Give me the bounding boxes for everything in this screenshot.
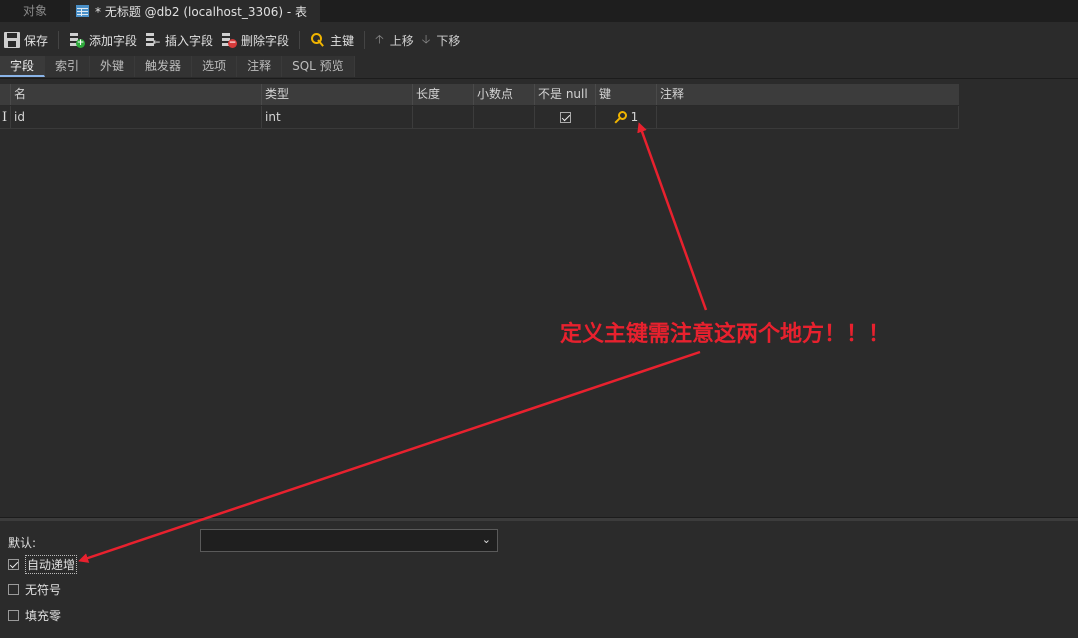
default-label: 默认: <box>8 536 37 550</box>
row-edit-indicator: I <box>0 106 11 128</box>
save-icon <box>4 32 20 48</box>
tab-triggers[interactable]: 触发器 <box>135 56 193 77</box>
zerofill-label: 填充零 <box>25 609 62 623</box>
add-field-label: 添加字段 <box>89 33 138 48</box>
key-order: 1 <box>630 110 639 124</box>
tab-table-design[interactable]: * 无标题 @db2 (localhost_3306) - 表 <box>70 0 320 22</box>
field-decimals-cell[interactable] <box>474 106 535 128</box>
fields-grid: 名 类型 长度 小数点 不是 null 键 注释 I id int 1 <box>0 84 959 129</box>
table-icon <box>76 5 89 17</box>
tab-indexes[interactable]: 索引 <box>45 56 91 77</box>
field-key-cell[interactable]: 1 <box>596 106 657 128</box>
column-header-not-null[interactable]: 不是 null <box>535 84 596 105</box>
auto-increment-option[interactable]: 自动递增 <box>8 555 78 574</box>
toolbar: 保存 + 添加字段 ← 插入字段 − 删除字段 主键 🡡 上移 🡣 下移 <box>0 28 1078 52</box>
tab-objects[interactable]: 对象 <box>0 0 70 22</box>
field-comment-cell[interactable] <box>657 106 959 128</box>
unsigned-label: 无符号 <box>25 583 62 597</box>
annotation-text: 定义主键需注意这两个地方！！！ <box>560 322 891 347</box>
move-down-label: 下移 <box>436 33 461 48</box>
save-button[interactable]: 保存 <box>0 29 52 51</box>
key-icon <box>614 110 628 124</box>
primary-key-label: 主键 <box>330 33 355 48</box>
toolbar-separator <box>58 31 60 49</box>
arrow-down-icon: 🡣 <box>421 31 431 46</box>
default-value-select[interactable]: ⌄ <box>200 529 498 552</box>
insert-field-button[interactable]: ← 插入字段 <box>141 29 217 51</box>
move-down-button[interactable]: 🡣 下移 <box>418 29 465 51</box>
unsigned-checkbox[interactable] <box>8 584 19 595</box>
not-null-checkbox[interactable] <box>559 112 571 123</box>
tab-options[interactable]: 选项 <box>192 56 238 77</box>
move-up-button[interactable]: 🡡 上移 <box>371 29 418 51</box>
insert-field-icon: ← <box>145 32 161 48</box>
chevron-down-icon: ⌄ <box>481 533 491 546</box>
toolbar-separator <box>364 31 366 49</box>
tab-sql-preview[interactable]: SQL 预览 <box>282 56 355 77</box>
unsigned-option[interactable]: 无符号 <box>8 581 61 598</box>
tab-foreign-keys[interactable]: 外键 <box>90 56 136 77</box>
field-type-cell[interactable]: int <box>262 106 413 128</box>
grid-header: 名 类型 长度 小数点 不是 null 键 注释 <box>0 84 959 106</box>
delete-field-label: 删除字段 <box>241 33 290 48</box>
delete-field-icon: − <box>221 32 238 48</box>
field-length-cell[interactable] <box>413 106 474 128</box>
row-indicator-header <box>0 84 11 105</box>
designer-tabs: 字段 索引 外键 触发器 选项 注释 SQL 预览 <box>0 56 1078 79</box>
table-row[interactable]: I id int 1 <box>0 106 959 129</box>
column-header-comment[interactable]: 注释 <box>657 84 959 105</box>
tab-comment[interactable]: 注释 <box>237 56 283 77</box>
add-field-button[interactable]: + 添加字段 <box>65 29 141 51</box>
field-properties-panel: 默认: ⌄ 自动递增 无符号 填充零 <box>0 521 1078 638</box>
key-icon <box>310 32 326 48</box>
column-header-key[interactable]: 键 <box>596 84 657 105</box>
move-up-label: 上移 <box>389 33 414 48</box>
toolbar-separator <box>299 31 301 49</box>
column-header-decimals[interactable]: 小数点 <box>474 84 535 105</box>
column-header-type[interactable]: 类型 <box>262 84 413 105</box>
arrow-to-key-column <box>637 122 708 311</box>
auto-increment-label: 自动递增 <box>25 555 78 574</box>
column-header-length[interactable]: 长度 <box>413 84 474 105</box>
field-name-cell[interactable]: id <box>11 106 262 128</box>
tab-title: * 无标题 @db2 (localhost_3306) - 表 <box>95 4 308 19</box>
auto-increment-checkbox[interactable] <box>8 559 19 570</box>
insert-field-label: 插入字段 <box>165 33 214 48</box>
column-header-name[interactable]: 名 <box>11 84 262 105</box>
delete-field-button[interactable]: − 删除字段 <box>217 29 293 51</box>
save-label: 保存 <box>24 33 49 48</box>
arrow-up-icon: 🡡 <box>375 31 384 46</box>
tab-fields[interactable]: 字段 <box>0 56 46 77</box>
zerofill-checkbox[interactable] <box>8 610 19 621</box>
primary-key-button[interactable]: 主键 <box>306 29 358 51</box>
add-field-icon: + <box>69 32 86 48</box>
zerofill-option[interactable]: 填充零 <box>8 607 61 624</box>
document-tab-bar: 对象 * 无标题 @db2 (localhost_3306) - 表 <box>0 0 1078 22</box>
field-not-null-cell[interactable] <box>535 106 596 128</box>
